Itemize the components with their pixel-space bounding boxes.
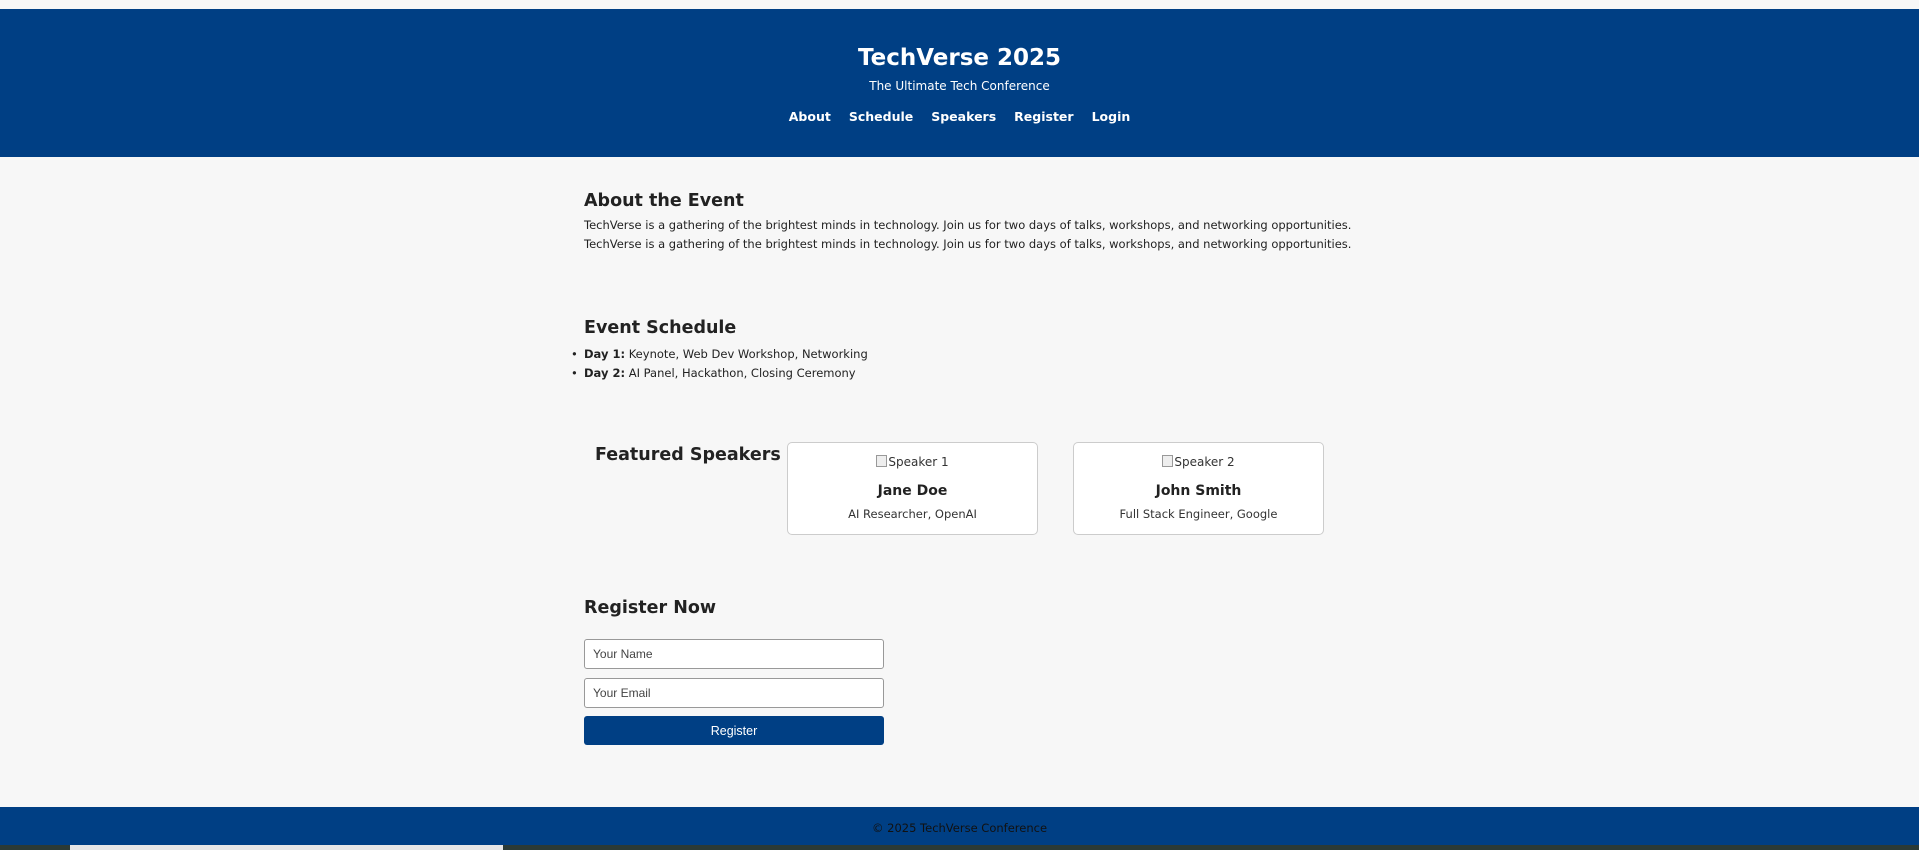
window-top-strip <box>0 0 1919 9</box>
about-paragraph-2: TechVerse is a gathering of the brightes… <box>584 237 1352 251</box>
schedule-list: Day 1: Keynote, Web Dev Workshop, Networ… <box>571 345 868 383</box>
taskbar <box>0 845 1919 850</box>
broken-image-icon <box>876 455 888 467</box>
speaker-name: Jane Doe <box>877 483 948 499</box>
speaker-image-alt: Speaker 1 <box>888 455 949 469</box>
nav-schedule-link[interactable]: Schedule <box>849 109 913 124</box>
speaker-image: Speaker 2 <box>1074 455 1323 469</box>
speaker-name: John Smith <box>1155 483 1242 499</box>
register-button[interactable]: Register <box>584 716 884 745</box>
site-subtitle: The Ultimate Tech Conference <box>869 79 1050 93</box>
main-nav: About Schedule Speakers Register Login <box>0 109 1919 124</box>
schedule-item: Day 2: AI Panel, Hackathon, Closing Cere… <box>571 364 868 383</box>
speaker-role: Full Stack Engineer, Google <box>1119 507 1278 521</box>
name-input[interactable] <box>584 639 884 669</box>
speaker-card: Speaker 1 Jane Doe AI Researcher, OpenAI <box>787 442 1038 535</box>
site-footer: © 2025 TechVerse Conference <box>0 807 1919 850</box>
schedule-heading: Event Schedule <box>584 318 737 338</box>
speaker-image: Speaker 1 <box>788 455 1037 469</box>
schedule-day-label: Day 1: <box>584 347 626 361</box>
schedule-item-text: AI Panel, Hackathon, Closing Ceremony <box>625 366 856 380</box>
speakers-heading: Featured Speakers <box>595 445 781 465</box>
nav-about-link[interactable]: About <box>789 109 831 124</box>
speaker-image-alt: Speaker 2 <box>1174 455 1235 469</box>
site-title: TechVerse 2025 <box>857 45 1062 71</box>
speaker-card: Speaker 2 John Smith Full Stack Engineer… <box>1073 442 1324 535</box>
register-heading: Register Now <box>584 598 717 618</box>
taskbar-active-window[interactable] <box>70 845 503 850</box>
speaker-role: AI Researcher, OpenAI <box>848 507 977 521</box>
nav-login-link[interactable]: Login <box>1092 109 1131 124</box>
schedule-day-label: Day 2: <box>584 366 626 380</box>
broken-image-icon <box>1162 455 1174 467</box>
site-header: TechVerse 2025 The Ultimate Tech Confere… <box>0 9 1919 157</box>
footer-copyright: © 2025 TechVerse Conference <box>871 821 1048 835</box>
nav-register-link[interactable]: Register <box>1014 109 1073 124</box>
about-paragraph-1: TechVerse is a gathering of the brightes… <box>584 218 1352 232</box>
schedule-item: Day 1: Keynote, Web Dev Workshop, Networ… <box>571 345 868 364</box>
schedule-item-text: Keynote, Web Dev Workshop, Networking <box>625 347 868 361</box>
email-input[interactable] <box>584 678 884 708</box>
about-heading: About the Event <box>584 191 744 211</box>
nav-speakers-link[interactable]: Speakers <box>931 109 996 124</box>
